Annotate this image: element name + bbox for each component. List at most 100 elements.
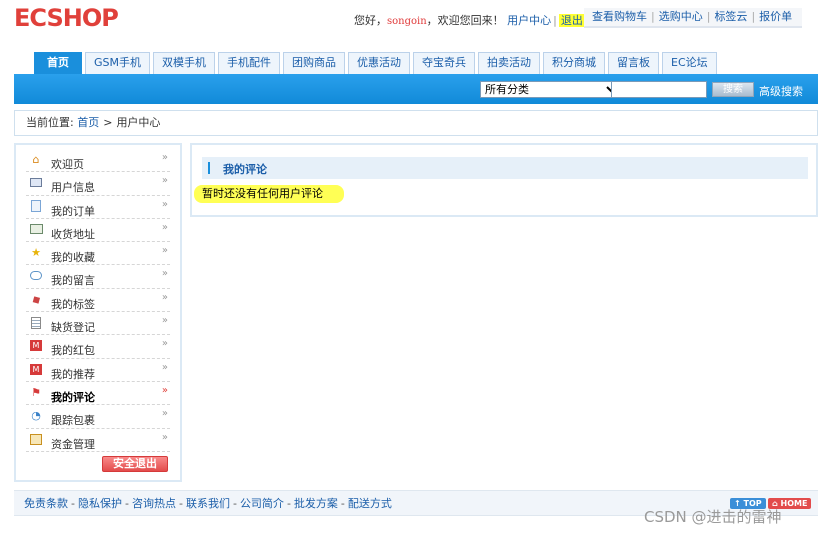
top-links: 查看购物车 | 选购中心 | 标签云 | 报价单 <box>584 8 802 28</box>
breadcrumb-separator: > <box>103 116 113 129</box>
logo-text: ECSHOP <box>14 4 119 32</box>
sidebar-item-label: 我的收藏 <box>51 251 95 265</box>
chevron-right-icon: » <box>161 361 168 373</box>
chevron-right-icon: » <box>161 384 168 396</box>
chevron-right-icon: » <box>161 268 168 280</box>
recommend-icon: M <box>29 363 43 376</box>
sidebar-item-label: 缺货登记 <box>51 321 95 335</box>
main-nav: 首页 GSM手机 双模手机 手机配件 团购商品 优惠活动 夺宝奇兵 拍卖活动 积… <box>34 52 717 74</box>
chevron-right-icon: » <box>161 245 168 257</box>
sidebar-item-track-packages[interactable]: ◔ 跟踪包裹 » <box>26 405 170 429</box>
breadcrumb-current: 用户中心 <box>116 116 161 129</box>
sidebar-item-recommend[interactable]: M 我的推荐 » <box>26 359 170 382</box>
sidebar-item-label: 我的评论 <box>51 390 95 404</box>
tab-ec-forum[interactable]: EC论坛 <box>662 52 717 74</box>
sidebar-item-label: 我的红包 <box>51 344 95 358</box>
panel-title: 我的评论 <box>223 163 267 176</box>
sidebar-item-label: 收货地址 <box>51 227 95 241</box>
star-icon: ★ <box>31 246 41 260</box>
sidebar-item-booking[interactable]: 缺货登记 » <box>26 312 170 336</box>
message-bubble-icon <box>29 269 43 282</box>
tab-guestbook[interactable]: 留言板 <box>608 52 659 74</box>
sidebar-item-address[interactable]: 收货地址 » <box>26 219 170 243</box>
user-center-link[interactable]: 用户中心 <box>507 14 551 27</box>
sidebar-item-favorites[interactable]: ★ 我的收藏 » <box>26 242 170 266</box>
tab-promotions[interactable]: 优惠活动 <box>348 52 410 74</box>
chevron-right-icon: » <box>161 175 168 187</box>
greeting-text: 您好， <box>354 14 387 27</box>
tab-group-buy[interactable]: 团购商品 <box>283 52 345 74</box>
search-input[interactable] <box>611 81 707 98</box>
tag-icon: ◆ <box>29 291 43 308</box>
welcome-bar: 您好，songoin，欢迎您回来！ 用户中心 | 退出 <box>354 12 585 28</box>
welcome-back-text: ，欢迎您回来！ <box>426 14 504 27</box>
view-cart-link[interactable]: 查看购物车 <box>592 10 647 23</box>
sidebar-item-label: 我的订单 <box>51 204 95 218</box>
category-select[interactable]: 所有分类 <box>480 81 620 98</box>
chevron-right-icon: » <box>161 431 168 443</box>
tag-cloud-link[interactable]: 标签云 <box>714 10 747 23</box>
red-packet-icon: M <box>29 339 43 352</box>
panel-header: 我的评论 <box>202 157 808 179</box>
ecshop-logo[interactable]: ECSHOP <box>14 4 119 34</box>
search-bar: 所有分类 搜索 高级搜索 <box>14 74 818 104</box>
search-button[interactable]: 搜索 <box>712 82 754 97</box>
sidebar-item-funds[interactable]: 资金管理 » <box>26 429 170 452</box>
breadcrumb: 当前位置: 首页 > 用户中心 <box>14 110 818 136</box>
chevron-right-icon: » <box>161 152 168 163</box>
footer-link-about[interactable]: 公司简介 <box>240 497 284 510</box>
money-icon <box>29 433 43 446</box>
shopping-center-link[interactable]: 选购中心 <box>659 10 703 23</box>
footer-link-contact[interactable]: 联系我们 <box>186 497 230 510</box>
order-doc-icon <box>29 200 43 213</box>
user-card-icon <box>29 176 43 189</box>
footer-link-faq[interactable]: 咨询热点 <box>132 497 176 510</box>
sidebar-item-welcome[interactable]: ⌂ 欢迎页 » <box>26 149 170 173</box>
sidebar-item-tags[interactable]: ◆ 我的标签 » <box>26 289 170 313</box>
sidebar-item-label: 我的标签 <box>51 297 95 311</box>
tab-gsm-phones[interactable]: GSM手机 <box>85 52 150 74</box>
sidebar-item-label: 资金管理 <box>51 437 95 451</box>
safe-logout-button[interactable]: 安全退出 <box>102 456 168 472</box>
breadcrumb-home-link[interactable]: 首页 <box>77 116 99 129</box>
chevron-right-icon: » <box>161 221 168 233</box>
home-icon: ⌂ <box>32 153 40 166</box>
chevron-right-icon: » <box>161 315 168 327</box>
sidebar-item-comments[interactable]: ⚑ 我的评论 » <box>26 382 170 406</box>
comments-panel: 我的评论 暂时还没有任何用户评论 <box>190 143 818 217</box>
csdn-watermark: CSDN @进击的雷神 <box>644 508 782 526</box>
footer-link-privacy[interactable]: 隐私保护 <box>78 497 122 510</box>
footer-link-wholesale[interactable]: 批发方案 <box>294 497 338 510</box>
sidebar-item-user-info[interactable]: 用户信息 » <box>26 172 170 196</box>
sidebar-item-orders[interactable]: 我的订单 » <box>26 196 170 219</box>
quote-link[interactable]: 报价单 <box>759 10 792 23</box>
user-sidebar: ⌂ 欢迎页 » 用户信息 » 我的订单 » 收货地址 » ★ 我的收藏 » 我的… <box>14 143 182 482</box>
list-icon <box>29 316 43 329</box>
chevron-right-icon: » <box>161 198 168 210</box>
sidebar-item-label: 欢迎页 <box>51 158 84 171</box>
separator: | <box>553 14 557 27</box>
sidebar-item-messages[interactable]: 我的留言 » <box>26 265 170 289</box>
track-icon: ◔ <box>31 409 41 423</box>
footer-link-disclaimer[interactable]: 免责条款 <box>24 497 68 510</box>
username: songoin <box>387 16 427 27</box>
sidebar-item-label: 我的留言 <box>51 274 95 288</box>
logout-link[interactable]: 退出 <box>558 14 585 27</box>
tab-home[interactable]: 首页 <box>34 52 82 74</box>
sidebar-item-label: 跟踪包裹 <box>51 414 95 428</box>
tab-phone-accessories[interactable]: 手机配件 <box>218 52 280 74</box>
header-accent-bar <box>208 162 210 174</box>
footer-link-shipping[interactable]: 配送方式 <box>348 497 392 510</box>
user-menu: ⌂ 欢迎页 » 用户信息 » 我的订单 » 收货地址 » ★ 我的收藏 » 我的… <box>26 149 170 452</box>
tab-dual-mode-phones[interactable]: 双模手机 <box>153 52 215 74</box>
advanced-search-link[interactable]: 高级搜索 <box>759 83 803 99</box>
chevron-right-icon: » <box>161 291 168 303</box>
breadcrumb-prefix: 当前位置: <box>26 116 74 129</box>
tab-snatch[interactable]: 夺宝奇兵 <box>413 52 475 74</box>
sidebar-item-label: 用户信息 <box>51 181 95 195</box>
sidebar-item-bonus[interactable]: M 我的红包 » <box>26 335 170 359</box>
tab-points-mall[interactable]: 积分商城 <box>543 52 605 74</box>
chevron-right-icon: » <box>161 408 168 420</box>
tab-auctions[interactable]: 拍卖活动 <box>478 52 540 74</box>
flag-icon: ⚑ <box>31 385 41 399</box>
